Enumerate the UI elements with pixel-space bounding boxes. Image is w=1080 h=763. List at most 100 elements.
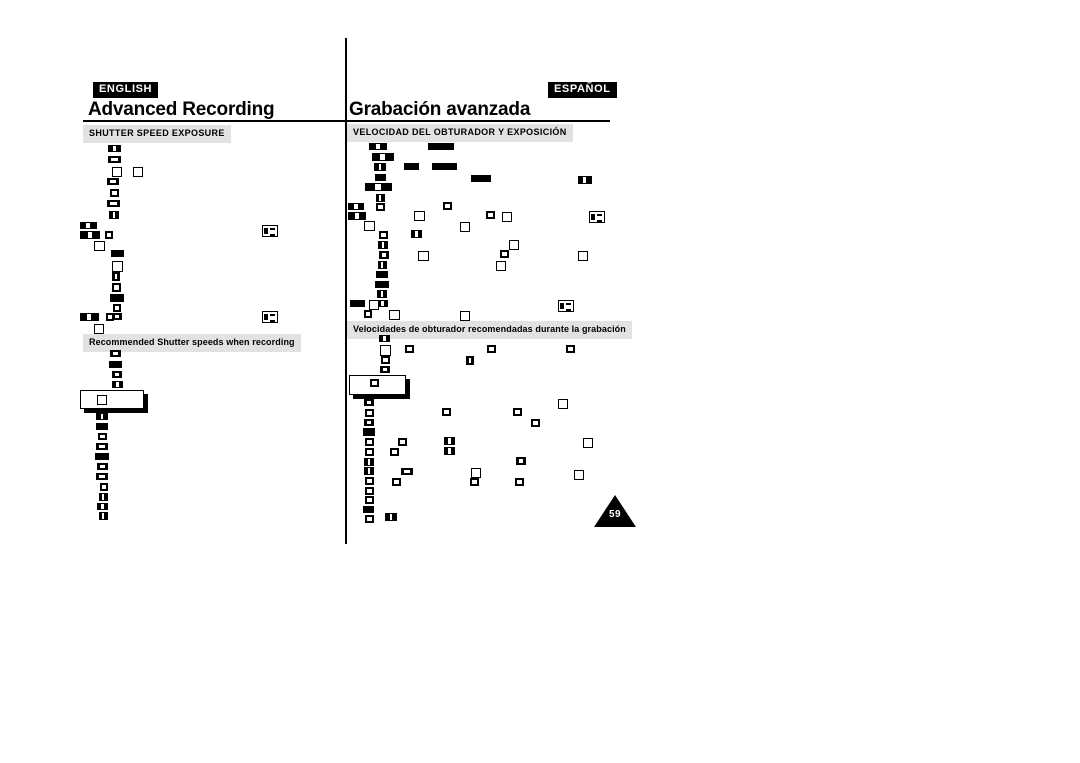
page-title-english: Advanced Recording <box>88 99 275 120</box>
redaction-mark <box>372 153 394 161</box>
redaction-mark <box>80 231 100 239</box>
redaction-mark <box>107 178 119 185</box>
redaction-mark <box>95 453 109 460</box>
redaction-mark <box>106 313 114 321</box>
redaction-mark <box>496 261 506 271</box>
redaction-mark <box>96 443 108 450</box>
redaction-mark <box>376 203 385 211</box>
redaction-mark <box>428 143 454 150</box>
redaction-mark <box>509 240 519 250</box>
redaction-mark <box>94 241 105 251</box>
redaction-mark <box>363 506 374 513</box>
redaction-mark <box>99 493 108 501</box>
redaction-mark <box>471 468 481 478</box>
redaction-mark <box>470 478 479 486</box>
redaction-mark <box>110 350 121 357</box>
redaction-mark <box>262 311 278 323</box>
redaction-mark <box>262 225 278 237</box>
redaction-mark <box>109 211 119 219</box>
redaction-mark <box>414 211 425 221</box>
title-rule-spanish <box>347 120 610 122</box>
redaction-mark <box>502 212 512 222</box>
redaction-mark <box>365 487 374 495</box>
redaction-mark <box>364 221 375 231</box>
redaction-mark <box>96 413 108 420</box>
title-rule-english <box>83 120 345 122</box>
redaction-mark <box>365 409 374 417</box>
redaction-mark <box>370 379 379 387</box>
redaction-mark <box>365 477 374 485</box>
redaction-mark <box>392 478 401 486</box>
redaction-mark <box>365 438 374 446</box>
page-title-spanish: Grabación avanzada <box>349 99 531 120</box>
redaction-mark <box>350 300 365 307</box>
language-badge-spanish: ESPAÑOL <box>548 82 617 98</box>
redaction-mark <box>94 324 104 334</box>
redaction-mark <box>566 345 575 353</box>
column-divider <box>345 38 347 544</box>
redaction-mark <box>404 163 419 170</box>
language-badge-english: ENGLISH <box>93 82 159 98</box>
redaction-mark <box>466 356 474 365</box>
redaction-mark <box>379 335 390 342</box>
redaction-mark <box>364 458 374 466</box>
redaction-mark <box>111 250 124 257</box>
redaction-mark <box>364 399 374 406</box>
redaction-mark <box>444 447 455 455</box>
redaction-mark <box>578 251 588 261</box>
section-heading-english: SHUTTER SPEED EXPOSURE <box>83 125 231 143</box>
redaction-mark <box>108 145 121 152</box>
redaction-mark <box>389 310 400 320</box>
redaction-mark <box>378 241 388 249</box>
redaction-mark <box>515 478 524 486</box>
redaction-mark <box>578 176 592 184</box>
redaction-mark <box>418 251 429 261</box>
page-number-label: 59 <box>608 509 622 520</box>
redaction-mark <box>110 189 119 197</box>
redaction-mark <box>99 512 108 520</box>
redaction-mark <box>380 366 390 373</box>
redaction-mark <box>112 261 123 272</box>
redaction-mark <box>110 294 124 302</box>
redaction-mark <box>364 310 372 318</box>
redaction-mark <box>583 438 593 448</box>
redaction-mark <box>365 183 392 191</box>
redaction-mark <box>109 361 122 368</box>
redaction-mark <box>97 395 107 405</box>
redaction-mark <box>97 503 108 510</box>
redaction-mark <box>574 470 584 480</box>
redaction-mark <box>369 143 387 150</box>
redaction-mark <box>558 399 568 409</box>
redaction-mark <box>378 261 387 269</box>
redaction-mark <box>531 419 540 427</box>
redaction-mark <box>100 483 108 491</box>
redaction-mark <box>96 423 108 430</box>
redaction-mark <box>80 222 97 229</box>
redaction-mark <box>460 311 470 321</box>
redaction-mark <box>380 345 391 356</box>
redaction-mark <box>348 203 364 210</box>
redaction-mark <box>471 175 491 182</box>
redaction-mark <box>112 167 122 177</box>
redaction-mark <box>443 202 452 210</box>
redaction-mark <box>589 211 605 223</box>
redaction-mark <box>398 438 407 446</box>
callout-box-english <box>80 390 144 409</box>
redaction-mark <box>363 428 375 436</box>
redaction-mark <box>369 300 379 310</box>
redaction-mark <box>376 194 385 202</box>
redaction-mark <box>105 231 113 239</box>
redaction-mark <box>113 304 121 312</box>
redaction-mark <box>558 300 574 312</box>
redaction-mark <box>374 163 386 171</box>
redaction-mark <box>96 473 108 480</box>
redaction-mark <box>107 200 120 207</box>
redaction-mark <box>379 251 389 259</box>
redaction-mark <box>500 250 509 258</box>
redaction-mark <box>401 468 413 475</box>
redaction-mark <box>364 467 374 475</box>
redaction-mark <box>364 419 374 426</box>
redaction-mark <box>405 345 414 353</box>
redaction-mark <box>97 463 108 470</box>
redaction-mark <box>112 283 121 292</box>
